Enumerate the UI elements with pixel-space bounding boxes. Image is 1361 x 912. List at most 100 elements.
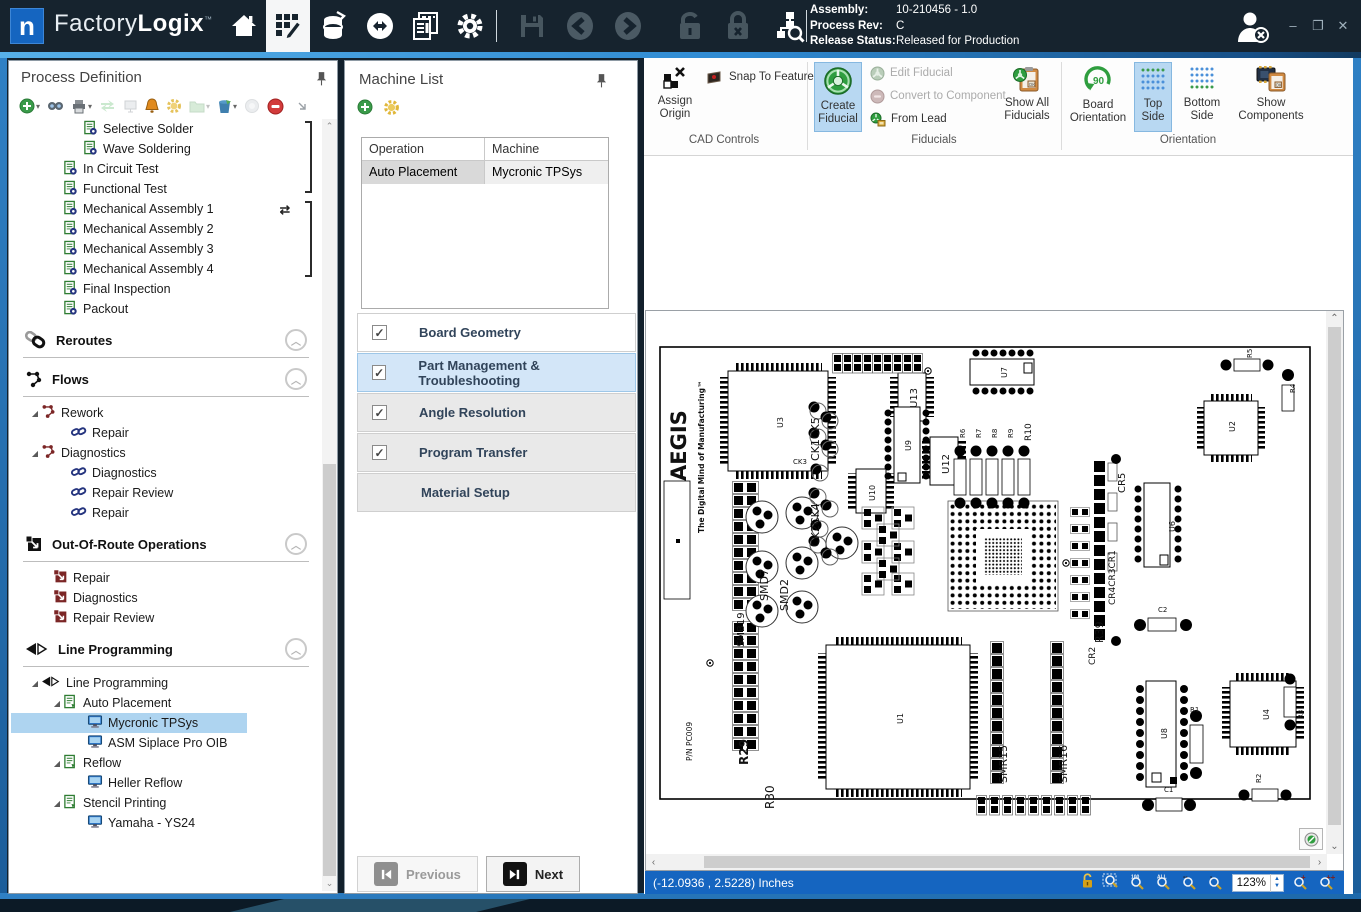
column-machine[interactable]: Machine (485, 138, 608, 160)
tree-item-functional-test[interactable]: Functional Test (11, 179, 321, 199)
pin-icon[interactable] (316, 71, 327, 91)
close-button[interactable]: ✕ (1332, 18, 1354, 34)
spinner-up-icon[interactable]: ▲ (1274, 876, 1280, 883)
next-button[interactable]: Next (486, 856, 580, 892)
forward-button[interactable] (606, 0, 650, 52)
tree-item-oor-diagnostics[interactable]: Diagnostics (11, 588, 321, 608)
swap-operations-button[interactable] (99, 99, 116, 113)
tree-item-oor-repair-review[interactable]: Repair Review (11, 608, 321, 628)
step-part-management[interactable]: ✓Part Management & Troubleshooting (357, 353, 636, 392)
process-editor-button[interactable] (266, 0, 310, 52)
edit-fiducial-button[interactable]: Edit Fiducial (870, 62, 953, 84)
tree-item-heller-reflow[interactable]: Heller Reflow (11, 773, 321, 793)
chevron-down-icon[interactable]: ▾ (233, 102, 237, 111)
lock-zoom-icon[interactable] (1081, 873, 1094, 892)
pcb-canvas[interactable]: AEGISThe Digital Mind of Manufacturing™P… (646, 311, 1327, 854)
expander-icon[interactable]: ◢ (29, 679, 41, 688)
tree-item-auto-placement[interactable]: ◢Auto Placement (11, 693, 321, 713)
tree-item-repair-review[interactable]: Repair Review (11, 483, 321, 503)
scroll-up-icon[interactable]: ⌃ (1326, 311, 1343, 326)
from-lead-button[interactable]: From Lead (870, 108, 947, 130)
tree-item-diagnostics[interactable]: Diagnostics (11, 463, 321, 483)
delete-button[interactable]: ▾ (217, 98, 237, 114)
cell-operation[interactable]: Auto Placement (362, 161, 485, 184)
collapse-button[interactable]: ︿ (285, 638, 307, 660)
scroll-right-icon[interactable]: › (1312, 854, 1327, 870)
viewer-options-button[interactable] (1299, 828, 1323, 850)
expander-icon[interactable]: ◢ (51, 759, 63, 768)
step-board-geometry[interactable]: ✓Board Geometry (357, 313, 636, 352)
zoom-out-double-icon[interactable]: -- (1180, 873, 1198, 893)
materials-button[interactable] (312, 0, 356, 52)
save-button[interactable] (510, 0, 554, 52)
viewer-horizontal-scrollbar[interactable]: ‹ › (646, 854, 1327, 870)
section-line-programming[interactable]: Line Programming ︿ (11, 634, 321, 664)
board-view-button[interactable] (123, 99, 138, 114)
tree-item-mycronic-tpsys[interactable]: Mycronic TPSys (11, 713, 247, 733)
section-out-of-route[interactable]: Out-Of-Route Operations ︿ (11, 529, 321, 559)
collapse-corner-icon[interactable] (297, 101, 308, 112)
alert-button[interactable] (145, 98, 159, 114)
add-operation-button[interactable]: ▾ (19, 98, 40, 114)
scroll-left-icon[interactable]: ‹ (646, 854, 661, 870)
tree-item-selective-solder[interactable]: Selective Solder (11, 119, 321, 139)
tree-item-asm-siplace[interactable]: ASM Siplace Pro OIB (11, 733, 321, 753)
checkbox-checked-icon[interactable]: ✓ (372, 365, 386, 380)
bottom-side-button[interactable]: Bottom Side (1176, 62, 1228, 132)
logout-user-button[interactable] (1232, 8, 1272, 51)
tree-item-diagnostics-flow[interactable]: ◢Diagnostics (11, 443, 321, 463)
collapse-button[interactable]: ︿ (285, 533, 307, 555)
zoom-all-icon[interactable]: ALL (1154, 873, 1172, 893)
scroll-thumb[interactable] (323, 464, 336, 876)
step-angle-resolution[interactable]: ✓Angle Resolution (357, 393, 636, 432)
maximize-button[interactable]: ❐ (1307, 18, 1329, 34)
create-fiducial-button[interactable]: Create Fiducial (814, 62, 862, 132)
checkbox-checked-icon[interactable]: ✓ (372, 325, 387, 340)
add-machine-button[interactable] (357, 99, 373, 121)
checkbox-checked-icon[interactable]: ✓ (372, 445, 387, 460)
tree-item-mechanical-assembly-3[interactable]: Mechanical Assembly 3 (11, 239, 321, 259)
section-reroutes[interactable]: Reroutes ︿ (11, 325, 321, 355)
zoom-level-value[interactable]: 123% (1233, 877, 1270, 889)
zoom-100-icon[interactable]: 100 (1128, 873, 1146, 893)
tree-item-rework[interactable]: ◢Rework (11, 403, 321, 423)
find-button[interactable] (47, 99, 64, 113)
collapse-button[interactable]: ︿ (285, 368, 307, 390)
home-button[interactable] (222, 0, 266, 52)
tree-item-oor-repair[interactable]: Repair (11, 568, 321, 588)
stop-button[interactable] (267, 98, 284, 115)
zoom-level-control[interactable]: 123% ▲▼ (1232, 874, 1284, 892)
machine-table-row[interactable]: Auto Placement Mycronic TPSys (362, 161, 608, 184)
tree-item-mechanical-assembly-4[interactable]: Mechanical Assembly 4 (11, 259, 321, 279)
tree-item-in-circuit-test[interactable]: In Circuit Test (11, 159, 321, 179)
tree-item-mechanical-assembly-2[interactable]: Mechanical Assembly 2 (11, 219, 321, 239)
pin-icon[interactable] (596, 73, 607, 93)
zoom-window-icon[interactable] (1102, 873, 1120, 893)
scroll-down-icon[interactable]: ⌄ (1326, 839, 1343, 854)
zoom-spinner[interactable]: ▲▼ (1270, 874, 1283, 892)
expander-icon[interactable]: ◢ (29, 409, 41, 418)
documents-button[interactable] (404, 0, 448, 52)
tree-item-reflow[interactable]: ◢Reflow (11, 753, 321, 773)
back-button[interactable] (558, 0, 602, 52)
column-operation[interactable]: Operation (362, 138, 485, 160)
chevron-down-icon[interactable]: ▾ (88, 102, 92, 111)
minimize-button[interactable]: – (1282, 18, 1304, 33)
collapse-button[interactable]: ︿ (285, 329, 307, 351)
tree-item-yamaha-ys24[interactable]: Yamaha - YS24 (11, 813, 321, 833)
print-button[interactable]: ▾ (71, 99, 92, 114)
scroll-down-icon[interactable]: ⌄ (322, 876, 337, 891)
expander-icon[interactable]: ◢ (29, 449, 41, 458)
previous-button[interactable]: Previous (357, 856, 478, 892)
cad-viewer[interactable]: AEGISThe Digital Mind of Manufacturing™P… (645, 310, 1344, 871)
board-orientation-button[interactable]: 90 Board Orientation (1066, 62, 1130, 132)
process-scrollbar[interactable]: ⌃ ⌄ (322, 119, 337, 891)
checkbox-checked-icon[interactable]: ✓ (372, 405, 387, 420)
spinner-down-icon[interactable]: ▼ (1274, 883, 1280, 890)
zoom-out-icon[interactable]: - (1206, 873, 1224, 893)
section-flows[interactable]: Flows ︿ (11, 364, 321, 394)
expander-icon[interactable]: ◢ (51, 799, 63, 808)
export-button[interactable]: ▾ (189, 99, 210, 113)
step-program-transfer[interactable]: ✓Program Transfer (357, 433, 636, 472)
unlock-button[interactable] (668, 0, 712, 52)
